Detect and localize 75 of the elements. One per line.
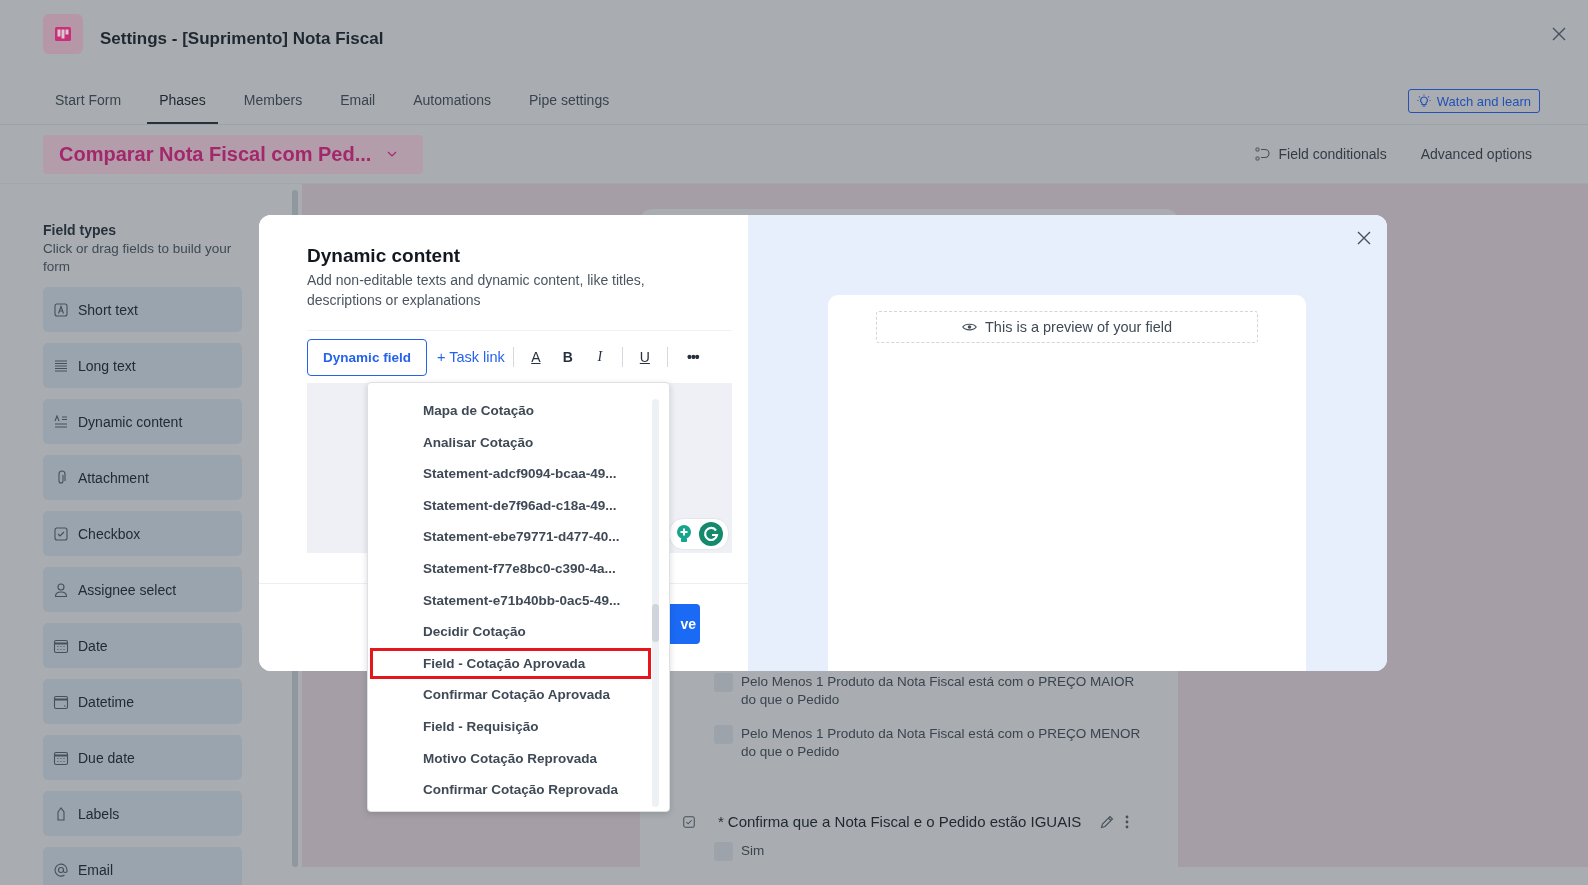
text-box-icon xyxy=(53,301,69,318)
lines-icon xyxy=(53,357,69,374)
lightbulb-icon xyxy=(1416,94,1431,108)
window-title: Settings - [Suprimento] Nota Fiscal xyxy=(100,29,384,49)
checkbox-field-icon xyxy=(682,814,696,829)
chevron-down-icon xyxy=(387,151,398,157)
sidebar-title: Field types xyxy=(43,222,118,238)
checkbox-icon xyxy=(53,525,69,542)
eye-icon xyxy=(962,322,977,332)
option-label: Pelo Menos 1 Produto da Nota Fiscal está com o PREÇO MAIOR do que o Pedido xyxy=(741,673,1136,709)
grammar-assistant-badge[interactable] xyxy=(669,518,729,550)
required-mark: * xyxy=(718,813,724,830)
text-color-tool[interactable]: A xyxy=(521,349,550,365)
option-label: Sim xyxy=(741,842,766,860)
menu-item[interactable]: Mapa de Cotação xyxy=(370,395,651,427)
lightbulb-icon xyxy=(675,524,693,544)
bold-tool[interactable]: B xyxy=(553,349,582,365)
tab[interactable]: Pipe settings xyxy=(517,78,622,124)
task-link[interactable]: + Task link xyxy=(437,349,505,365)
close-icon[interactable] xyxy=(1357,231,1371,245)
field-type-item[interactable]: Attachment xyxy=(43,455,242,500)
tab[interactable]: Automations xyxy=(401,78,504,124)
menu-item[interactable]: Decidir Cotação xyxy=(370,616,651,648)
more-icon[interactable] xyxy=(1125,813,1130,830)
menu-item[interactable]: Motivo Cotação Reprovada xyxy=(370,742,651,775)
italic-tool[interactable]: I xyxy=(585,349,614,365)
menu-item[interactable]: Statement-f77e8bc0-c390-4a... xyxy=(370,552,651,585)
menu-item[interactable]: Analisar Cotação xyxy=(370,426,651,459)
tab[interactable]: Members xyxy=(231,78,315,124)
field-type-item[interactable]: Short text xyxy=(43,287,242,332)
tab[interactable]: Email xyxy=(328,78,388,124)
menu-item[interactable]: Confirmar Cotação Reprovada xyxy=(370,774,651,806)
save-button[interactable]: ve xyxy=(670,604,700,644)
dynamic-field-button[interactable]: Dynamic field xyxy=(307,338,427,376)
tab[interactable]: Start Form xyxy=(43,78,134,124)
calendar-icon xyxy=(53,749,69,766)
conditional-icon xyxy=(1254,146,1271,162)
close-icon[interactable] xyxy=(1552,27,1566,41)
calendar-icon xyxy=(53,693,69,710)
field-type-item[interactable]: Checkbox xyxy=(43,511,242,556)
menu-item[interactable]: Statement-de7f96ad-c18a-49... xyxy=(370,489,651,522)
person-icon xyxy=(53,581,69,598)
sidebar-subtitle: Click or drag fields to build your form xyxy=(43,240,233,276)
menu-item[interactable]: Statement-adcf9094-bcaa-49... xyxy=(370,458,651,490)
calendar-icon xyxy=(53,637,69,654)
watch-and-learn-button[interactable]: Watch and learn xyxy=(1407,89,1540,113)
menu-item[interactable]: Field - Requisição xyxy=(370,710,651,743)
modal-title: Dynamic content xyxy=(307,245,462,267)
field-type-item[interactable]: Labels xyxy=(43,791,242,836)
preview-text: This is a preview of your field xyxy=(985,319,1172,335)
field-type-item[interactable]: Dynamic content xyxy=(43,399,242,444)
underline-tool[interactable]: U xyxy=(630,349,659,365)
field-type-item[interactable]: Email xyxy=(43,847,242,885)
scrollbar-thumb[interactable] xyxy=(652,604,659,642)
menu-item[interactable]: Field - Cotação Aprovada xyxy=(370,647,651,680)
more-tool[interactable]: ••• xyxy=(675,349,710,365)
menu-item[interactable]: Confirmar Cotação Aprovada xyxy=(370,679,651,711)
pencil-icon[interactable] xyxy=(1099,813,1116,830)
at-sign-icon xyxy=(53,861,69,878)
menu-item[interactable]: Statement-ebe79771-d477-40... xyxy=(370,521,651,553)
app-logo-icon xyxy=(43,14,83,54)
modal-description: Add non-editable texts and dynamic content, like titles, descriptions or explanations xyxy=(307,271,646,310)
grammar-check-icon xyxy=(699,522,723,546)
field-type-item[interactable]: Assignee select xyxy=(43,567,242,612)
menu-item[interactable]: Statement-e71b40bb-0ac5-49... xyxy=(370,584,651,617)
tab[interactable]: Phases xyxy=(147,78,218,124)
field-conditionals-button[interactable]: Field conditionals xyxy=(1254,146,1387,162)
lines-icon xyxy=(53,413,69,430)
field-type-item[interactable]: Due date xyxy=(43,735,242,780)
advanced-options-button[interactable]: Advanced options xyxy=(1420,146,1532,162)
option-label: Pelo Menos 1 Produto da Nota Fiscal está com o PREÇO MENOR do que o Pedido xyxy=(741,725,1141,761)
field-type-item[interactable]: Long text xyxy=(43,343,242,388)
field-type-item[interactable]: Date xyxy=(43,623,242,668)
field-type-item[interactable]: Datetime xyxy=(43,679,242,724)
question-label: Confirma que a Nota Fiscal e o Pedido estão IGUAIS xyxy=(727,813,1082,830)
